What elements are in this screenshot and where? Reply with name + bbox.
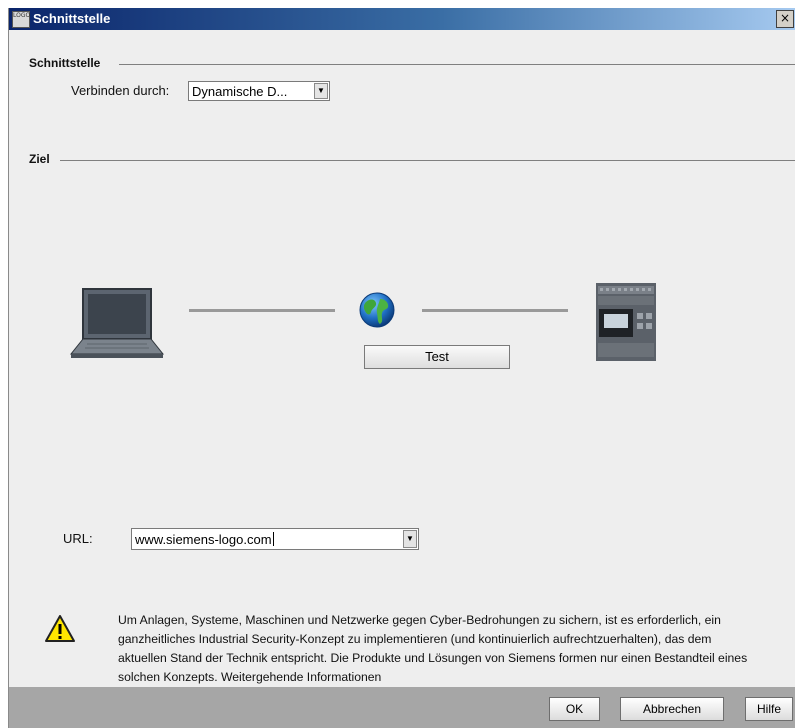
- close-button[interactable]: ×: [776, 10, 794, 28]
- url-value: www.siemens-logo.com: [135, 532, 272, 547]
- interface-section-divider: [119, 64, 795, 65]
- chevron-down-icon[interactable]: ▼: [314, 83, 328, 99]
- url-input[interactable]: www.siemens-logo.com: [135, 532, 274, 547]
- connect-via-select[interactable]: Dynamische D... ▼: [188, 81, 330, 101]
- url-combobox[interactable]: www.siemens-logo.com ▼: [131, 528, 419, 550]
- laptop-icon: [69, 288, 165, 358]
- ok-button[interactable]: OK: [549, 697, 600, 721]
- security-notice-text: Um Anlagen, Systeme, Maschinen und Netzw…: [118, 613, 748, 684]
- dialog-window: LOGO Schnittstelle × Schnittstelle Verbi…: [8, 8, 795, 728]
- url-label: URL:: [63, 531, 93, 546]
- cancel-button[interactable]: Abbrechen: [620, 697, 724, 721]
- globe-icon: [359, 292, 395, 328]
- logo-app-icon: LOGO: [12, 11, 30, 28]
- window-title: Schnittstelle: [33, 11, 111, 26]
- connect-via-label: Verbinden durch:: [71, 83, 170, 98]
- interface-section-header: Schnittstelle: [29, 56, 101, 70]
- connection-line-left: [189, 309, 335, 312]
- warning-icon: [45, 615, 75, 642]
- help-button[interactable]: Hilfe: [745, 697, 793, 721]
- connection-line-right: [422, 309, 568, 312]
- chevron-down-icon[interactable]: ▼: [403, 530, 417, 548]
- title-bar[interactable]: LOGO Schnittstelle ×: [9, 8, 795, 30]
- target-section-header: Ziel: [29, 152, 50, 166]
- target-section-divider: [60, 160, 795, 161]
- test-button[interactable]: Test: [364, 345, 510, 369]
- plc-module-icon: [596, 283, 656, 361]
- text-cursor: [272, 532, 274, 546]
- connect-via-value: Dynamische D...: [192, 84, 288, 99]
